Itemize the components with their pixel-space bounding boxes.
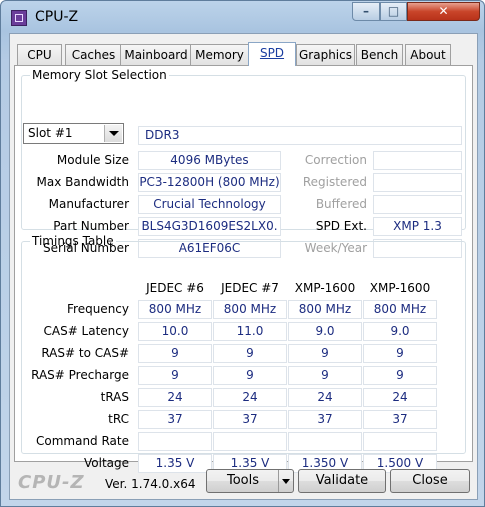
- close-button[interactable]: Close: [390, 469, 470, 493]
- timing-cell: 24: [138, 388, 212, 407]
- timing-cell: 24: [288, 388, 362, 407]
- manufacturer-value: Crucial Technology: [138, 195, 281, 214]
- timing-row-label: Frequency: [67, 302, 129, 316]
- timing-cell: 9: [288, 344, 362, 363]
- registered-value: [373, 173, 462, 192]
- correction-value: [373, 151, 462, 170]
- timing-cell: 9: [213, 366, 287, 385]
- tab-memory[interactable]: Memory: [190, 44, 249, 65]
- slot-select[interactable]: Slot #1: [23, 123, 124, 144]
- timing-cell: 9: [288, 366, 362, 385]
- slot-select-value: Slot #1: [28, 126, 73, 140]
- tab-label: Caches: [71, 48, 116, 62]
- footer-bar: CPU-Z Ver. 1.74.0.x64 Tools Validate Clo…: [10, 464, 477, 499]
- tab-mainboard[interactable]: Mainboard: [120, 44, 192, 65]
- correction-label: Correction: [304, 153, 367, 167]
- registered-label: Registered: [302, 175, 367, 189]
- timing-cell: 24: [363, 388, 437, 407]
- timing-cell: 9: [363, 344, 437, 363]
- timing-cell: 11.0: [213, 322, 287, 341]
- memory-type-field: DDR3: [138, 126, 462, 145]
- part-number-label: Part Number: [53, 219, 129, 233]
- timing-cell: 9: [363, 366, 437, 385]
- close-window-button[interactable]: ✕: [407, 2, 480, 21]
- timing-cell: 9: [138, 366, 212, 385]
- timing-cell: 800 MHz: [363, 300, 437, 319]
- timing-cell: 37: [288, 410, 362, 429]
- maximize-button[interactable]: □: [380, 2, 407, 21]
- tab-caches[interactable]: Caches: [65, 44, 122, 65]
- timing-cell: 9.0: [363, 322, 437, 341]
- chevron-down-icon[interactable]: [104, 125, 122, 142]
- timing-row-label: RAS# Precharge: [31, 368, 129, 382]
- timing-column-header: XMP-1600: [369, 281, 431, 295]
- timing-row-label: Command Rate: [35, 434, 129, 448]
- title-bar[interactable]: CPU-Z – □ ✕: [1, 1, 484, 33]
- timing-cell: [363, 432, 437, 451]
- timing-cell: 800 MHz: [288, 300, 362, 319]
- tab-label: Memory: [195, 48, 244, 62]
- tab-cpu[interactable]: CPU: [17, 44, 62, 65]
- tools-button[interactable]: Tools: [206, 469, 294, 493]
- minimize-button[interactable]: –: [352, 2, 380, 21]
- cpuz-window: CPU-Z – □ ✕ CPU Caches Mainboard Memory …: [0, 0, 485, 507]
- module-size-label: Module Size: [56, 153, 129, 167]
- tab-label: About: [410, 48, 446, 62]
- timing-cell: 800 MHz: [213, 300, 287, 319]
- tab-label: Mainboard: [124, 48, 188, 62]
- timing-cell: 37: [138, 410, 212, 429]
- cpuz-app-icon: [11, 10, 27, 26]
- timing-row-label: CAS# Latency: [43, 324, 129, 338]
- tab-spd[interactable]: SPD: [248, 42, 296, 66]
- timing-row-label: RAS# to CAS#: [41, 346, 129, 360]
- buffered-label: Buffered: [315, 197, 367, 211]
- timing-cell: 37: [363, 410, 437, 429]
- spd-ext-label: SPD Ext.: [315, 219, 367, 233]
- timing-cell: 10.0: [138, 322, 212, 341]
- timing-cell: 24: [213, 388, 287, 407]
- tab-label: Graphics: [299, 48, 352, 62]
- timing-cell: 9.0: [288, 322, 362, 341]
- version-text: Ver. 1.74.0.x64: [105, 477, 196, 491]
- tab-graphics[interactable]: Graphics: [296, 44, 355, 65]
- timing-column-header: XMP-1600: [294, 281, 356, 295]
- timing-column-header: JEDEC #6: [146, 281, 204, 295]
- tab-about[interactable]: About: [405, 44, 451, 65]
- timing-cell: [213, 432, 287, 451]
- timing-row-label: tRAS: [100, 390, 129, 404]
- max-bandwidth-value: PC3-12800H (800 MHz): [138, 173, 281, 192]
- timing-cell: 800 MHz: [138, 300, 212, 319]
- spd-panel: Memory Slot Selection Slot #1 DDR3 Modul…: [14, 65, 473, 473]
- tab-bench[interactable]: Bench: [356, 44, 403, 65]
- tools-button-label: Tools: [226, 473, 260, 488]
- cpuz-logo: CPU-Z: [18, 472, 85, 493]
- timing-cell: [138, 432, 212, 451]
- validate-button[interactable]: Validate: [298, 469, 386, 493]
- tab-label: CPU: [27, 48, 52, 62]
- chevron-down-icon[interactable]: [278, 470, 293, 492]
- timing-cell: 9: [138, 344, 212, 363]
- window-title: CPU-Z: [35, 9, 79, 25]
- timing-column-header: JEDEC #7: [221, 281, 279, 295]
- timing-cell: 37: [213, 410, 287, 429]
- group-legend: Memory Slot Selection: [32, 68, 167, 82]
- timing-cell: 9: [213, 344, 287, 363]
- tab-label: Bench: [360, 48, 399, 62]
- module-size-value: 4096 MBytes: [138, 151, 281, 170]
- timing-row-label: tRC: [108, 412, 129, 426]
- max-bandwidth-label: Max Bandwidth: [36, 175, 129, 189]
- group-legend: Timings Table: [32, 234, 114, 248]
- client-area: CPU Caches Mainboard Memory SPD Graphics…: [9, 33, 478, 500]
- tab-label: SPD: [259, 46, 285, 60]
- manufacturer-label: Manufacturer: [48, 197, 129, 211]
- timing-cell: [288, 432, 362, 451]
- buffered-value: [373, 195, 462, 214]
